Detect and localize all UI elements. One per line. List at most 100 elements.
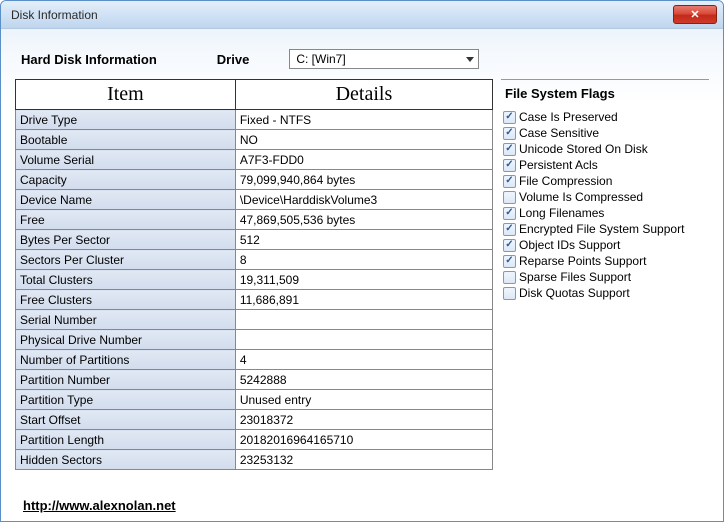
table-cell-item: Free (16, 210, 236, 230)
table-row: Number of Partitions4 (16, 350, 493, 370)
flag-label: Object IDs Support (519, 237, 620, 253)
flags-title: File System Flags (501, 80, 709, 109)
drive-select[interactable]: C: [Win7] (289, 49, 479, 69)
close-icon: ✕ (690, 8, 699, 21)
table-row: Free Clusters11,686,891 (16, 290, 493, 310)
table-cell-details: A7F3-FDD0 (235, 150, 492, 170)
table-row: Physical Drive Number (16, 330, 493, 350)
details-table: Item Details Drive TypeFixed - NTFSBoota… (15, 79, 493, 470)
col-header-details: Details (235, 80, 492, 110)
flag-checkbox[interactable]: ✓ (503, 255, 516, 268)
titlebar: Disk Information ✕ (1, 1, 723, 29)
table-cell-item: Serial Number (16, 310, 236, 330)
flag-checkbox[interactable]: ✓ (503, 159, 516, 172)
table-cell-details: 4 (235, 350, 492, 370)
table-row: Capacity79,099,940,864 bytes (16, 170, 493, 190)
table-cell-item: Total Clusters (16, 270, 236, 290)
flag-label: Case Is Preserved (519, 109, 618, 125)
table-cell-details: 79,099,940,864 bytes (235, 170, 492, 190)
table-cell-item: Partition Number (16, 370, 236, 390)
flag-checkbox[interactable]: ✓ (503, 111, 516, 124)
table-row: Sectors Per Cluster8 (16, 250, 493, 270)
table-row: BootableNO (16, 130, 493, 150)
flag-item: ✓Persistent Acls (503, 157, 707, 173)
table-cell-item: Bootable (16, 130, 236, 150)
flag-item: ✓Reparse Points Support (503, 253, 707, 269)
flag-label: Persistent Acls (519, 157, 598, 173)
flag-label: Volume Is Compressed (519, 189, 643, 205)
flag-item: ✓File Compression (503, 173, 707, 189)
flag-label: Disk Quotas Support (519, 285, 630, 301)
close-button[interactable]: ✕ (673, 5, 717, 24)
table-row: Free47,869,505,536 bytes (16, 210, 493, 230)
flag-label: Case Sensitive (519, 125, 599, 141)
flag-checkbox[interactable]: ✓ (503, 207, 516, 220)
table-cell-item: Hidden Sectors (16, 450, 236, 470)
table-cell-details (235, 310, 492, 330)
table-cell-item: Bytes Per Sector (16, 230, 236, 250)
table-row: Volume SerialA7F3-FDD0 (16, 150, 493, 170)
table-cell-item: Capacity (16, 170, 236, 190)
col-header-item: Item (16, 80, 236, 110)
table-cell-details: 19,311,509 (235, 270, 492, 290)
flag-label: Sparse Files Support (519, 269, 631, 285)
table-cell-details: 8 (235, 250, 492, 270)
flag-item: Sparse Files Support (503, 269, 707, 285)
table-cell-item: Start Offset (16, 410, 236, 430)
flag-checkbox[interactable]: ✓ (503, 175, 516, 188)
drive-label: Drive (217, 52, 250, 67)
flag-item: ✓Encrypted File System Support (503, 221, 707, 237)
table-cell-details: 5242888 (235, 370, 492, 390)
flag-item: Disk Quotas Support (503, 285, 707, 301)
flag-item: ✓Long Filenames (503, 205, 707, 221)
table-cell-item: Device Name (16, 190, 236, 210)
table-row: Drive TypeFixed - NTFS (16, 110, 493, 130)
flag-item: ✓Unicode Stored On Disk (503, 141, 707, 157)
footer: http://www.alexnolan.net (23, 498, 176, 513)
details-table-wrap: Item Details Drive TypeFixed - NTFSBoota… (15, 79, 493, 470)
table-cell-details (235, 330, 492, 350)
flag-label: File Compression (519, 173, 612, 189)
table-cell-details: 23018372 (235, 410, 492, 430)
flag-item: ✓Case Sensitive (503, 125, 707, 141)
table-row: Device Name\Device\HarddiskVolume3 (16, 190, 493, 210)
flags-panel: File System Flags ✓Case Is Preserved✓Cas… (501, 79, 709, 470)
table-row: Partition Length20182016964165710 (16, 430, 493, 450)
table-cell-item: Partition Type (16, 390, 236, 410)
header-row: Hard Disk Information Drive C: [Win7] (15, 45, 709, 79)
window-frame: Disk Information ✕ Hard Disk Information… (0, 0, 724, 522)
flag-checkbox[interactable]: ✓ (503, 127, 516, 140)
flag-item: ✓Case Is Preserved (503, 109, 707, 125)
table-row: Bytes Per Sector512 (16, 230, 493, 250)
flag-label: Unicode Stored On Disk (519, 141, 648, 157)
flag-label: Long Filenames (519, 205, 604, 221)
table-cell-details: 23253132 (235, 450, 492, 470)
flag-label: Encrypted File System Support (519, 221, 684, 237)
window-title: Disk Information (11, 8, 673, 22)
flag-item: ✓Object IDs Support (503, 237, 707, 253)
drive-select-value: C: [Win7] (296, 52, 345, 66)
flag-checkbox[interactable]: ✓ (503, 223, 516, 236)
flag-label: Reparse Points Support (519, 253, 646, 269)
table-row: Start Offset23018372 (16, 410, 493, 430)
flag-checkbox[interactable] (503, 191, 516, 204)
table-cell-details: 20182016964165710 (235, 430, 492, 450)
hard-disk-info-label: Hard Disk Information (21, 52, 157, 67)
flag-checkbox[interactable] (503, 271, 516, 284)
table-cell-item: Free Clusters (16, 290, 236, 310)
chevron-down-icon (466, 57, 474, 62)
table-row: Partition Number5242888 (16, 370, 493, 390)
flag-item: Volume Is Compressed (503, 189, 707, 205)
table-cell-item: Sectors Per Cluster (16, 250, 236, 270)
table-cell-item: Volume Serial (16, 150, 236, 170)
flag-checkbox[interactable] (503, 287, 516, 300)
flags-list: ✓Case Is Preserved✓Case Sensitive✓Unicod… (501, 109, 709, 301)
table-row: Partition TypeUnused entry (16, 390, 493, 410)
table-cell-details: \Device\HarddiskVolume3 (235, 190, 492, 210)
flag-checkbox[interactable]: ✓ (503, 143, 516, 156)
homepage-link[interactable]: http://www.alexnolan.net (23, 498, 176, 513)
main-area: Item Details Drive TypeFixed - NTFSBoota… (15, 79, 709, 470)
table-cell-details: NO (235, 130, 492, 150)
content-area: Hard Disk Information Drive C: [Win7] It… (1, 29, 723, 478)
flag-checkbox[interactable]: ✓ (503, 239, 516, 252)
